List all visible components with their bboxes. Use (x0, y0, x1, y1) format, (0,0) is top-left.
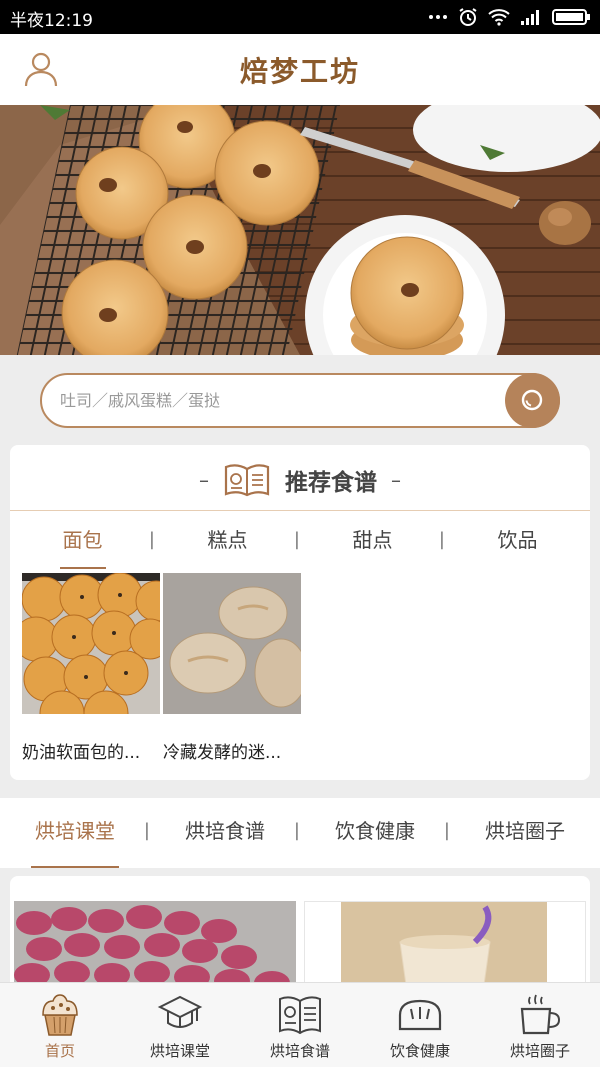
recipe-book-icon (279, 996, 321, 1035)
category-label: 烘培课堂 (35, 819, 115, 843)
search-input[interactable] (60, 375, 490, 426)
search-bar (40, 373, 560, 428)
recipe-thumbnail (22, 573, 160, 714)
tab-dessert[interactable]: 甜点 | (300, 511, 446, 569)
app-title: 焙梦工坊 (239, 55, 360, 88)
status-time: 半夜12:19 (10, 11, 93, 31)
tab-label: 面包 (62, 528, 103, 552)
recipe-caption: 冷藏发酵的迷... (163, 743, 282, 763)
nav-baking-recipes[interactable]: 烘培食谱 (240, 983, 360, 1067)
tab-bread[interactable]: 面包 | (10, 511, 156, 569)
alarm-icon (459, 8, 477, 26)
recipe-type-tabs: 面包 | 糕点 | 甜点 | 饮品 (10, 511, 590, 569)
tab-pastry[interactable]: 糕点 | (155, 511, 301, 569)
banner-image[interactable] (0, 105, 600, 355)
tab-label: 甜点 (352, 528, 393, 552)
heading-dash-right: – (391, 468, 401, 492)
class-preview-item[interactable] (304, 901, 586, 986)
status-bar: 半夜12:19 (0, 0, 600, 34)
recommend-title: 推荐食谱 (285, 470, 377, 496)
tab-label: 饮品 (497, 528, 538, 552)
nav-baking-circle[interactable]: 烘培圈子 (480, 983, 600, 1067)
category-label: 饮食健康 (335, 819, 415, 843)
recipe-list: 奶油软面包的... 冷藏发酵的迷... (22, 573, 301, 763)
nav-label: 饮食健康 (389, 1042, 450, 1060)
class-preview-list (10, 876, 590, 986)
bread-loaf-icon (398, 999, 442, 1031)
graduation-cap-icon (157, 995, 203, 1028)
bottom-tab-bar: 首页 烘培课堂 烘培食谱 饮食健康 烘培圈子 (0, 982, 600, 1067)
recipe-thumbnail (163, 573, 301, 714)
recipe-caption: 奶油软面包的... (22, 743, 141, 763)
recommend-card: – 推荐食谱 – 面包 | 糕点 | 甜点 | 饮品 奶油软面包的... 冷藏发… (10, 445, 590, 780)
nav-baking-class[interactable]: 烘培课堂 (120, 983, 240, 1067)
tab-baking-class[interactable]: 烘培课堂 | (0, 798, 150, 868)
nav-label: 烘培圈子 (509, 1042, 570, 1060)
tab-baking-circle[interactable]: 烘培圈子 (450, 798, 600, 868)
search-icon (521, 389, 542, 410)
recipe-item[interactable]: 冷藏发酵的迷... (163, 573, 301, 763)
open-book-icon (224, 464, 270, 497)
tab-label: 糕点 (207, 528, 248, 552)
banner-illustration (0, 105, 600, 355)
nav-home[interactable]: 首页 (0, 983, 120, 1067)
wifi-icon (488, 9, 510, 26)
recipe-item[interactable]: 奶油软面包的... (22, 573, 160, 763)
search-button[interactable] (505, 373, 560, 428)
tab-baking-recipes[interactable]: 烘培食谱 | (150, 798, 300, 868)
category-label: 烘培圈子 (485, 819, 565, 843)
category-label: 烘培食谱 (185, 819, 265, 843)
nav-label: 烘培课堂 (149, 1042, 210, 1060)
cupcake-icon (42, 994, 78, 1036)
nav-label: 首页 (44, 1042, 75, 1060)
coffee-cup-icon (520, 994, 561, 1035)
nav-label: 烘培食谱 (269, 1042, 330, 1060)
signal-icon (521, 10, 539, 25)
nav-diet-health[interactable]: 饮食健康 (360, 983, 480, 1067)
recommend-heading: – 推荐食谱 – (10, 460, 590, 500)
tab-drinks[interactable]: 饮品 (445, 511, 590, 569)
class-preview-item[interactable] (14, 901, 296, 986)
heading-dash-left: – (199, 468, 209, 492)
app-header: 焙梦工坊 (0, 34, 600, 105)
status-icons (428, 6, 592, 28)
category-tabs: 烘培课堂 | 烘培食谱 | 饮食健康 | 烘培圈子 (0, 798, 600, 868)
tab-diet-health[interactable]: 饮食健康 | (300, 798, 450, 868)
battery-icon (552, 9, 590, 25)
more-dots-icon (429, 15, 447, 19)
